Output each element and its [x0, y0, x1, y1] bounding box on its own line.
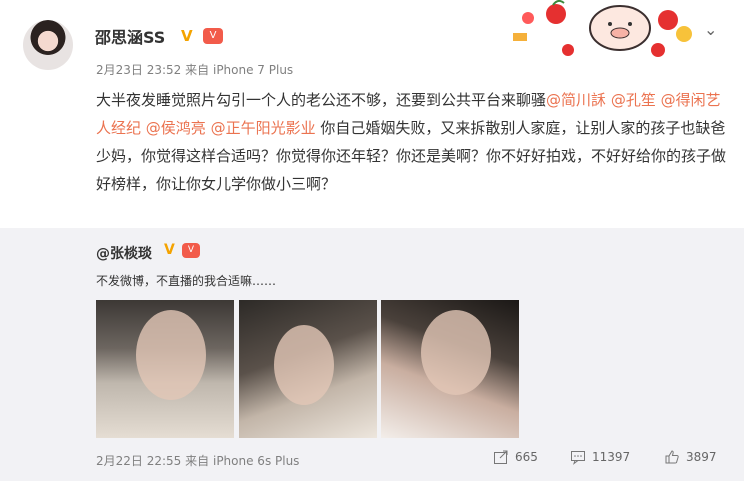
repost-meta: 2月22日 22:55 来自 iPhone 6s Plus — [96, 452, 299, 469]
decorative-banner — [513, 0, 692, 57]
post-text: 大半夜发睡觉照片勾引一个人的老公还不够，还要到公共平台来聊骚@简川訸 @孔笙 @… — [96, 86, 726, 198]
like-count: 3897 — [686, 450, 717, 464]
repost-icon — [494, 450, 508, 464]
comment-icon — [571, 451, 585, 465]
mention-link[interactable]: @简川訸 — [546, 91, 606, 109]
repost-count-button[interactable]: 665 — [493, 449, 538, 465]
avatar[interactable] — [23, 20, 73, 70]
author-name[interactable]: 邵思涵SS — [95, 24, 165, 48]
post-text-segment: 大半夜发睡觉照片勾引一个人的老公还不够，还要到公共平台来聊骚 — [96, 91, 547, 109]
like-count-button[interactable]: 3897 — [664, 449, 717, 465]
verified-icon: V — [181, 27, 193, 45]
vip-icon: V — [203, 28, 223, 44]
source-prefix: 来自 — [185, 63, 210, 77]
mention-link[interactable]: @孔笙 — [611, 91, 656, 109]
post-meta: 2月23日 23:52 来自 iPhone 7 Plus — [96, 61, 293, 78]
weibo-card: 邵思涵SS V V ⌄ 2月23日 23:52 来自 iPhone 7 Plus… — [0, 0, 744, 481]
repost-source-prefix: 来自 — [185, 454, 210, 468]
repost-verified-icon: V — [164, 242, 175, 258]
comment-count-button[interactable]: 11397 — [570, 449, 630, 465]
repost-photo-3[interactable] — [381, 300, 519, 438]
thumbs-up-icon — [665, 450, 679, 464]
repost-photo-2[interactable] — [239, 300, 377, 438]
repost-vip-icon: V — [182, 243, 200, 258]
repost-count: 665 — [515, 450, 538, 464]
repost-photo-1[interactable] — [96, 300, 234, 438]
post-time[interactable]: 2月23日 23:52 — [96, 63, 181, 77]
repost-source: iPhone 6s Plus — [212, 454, 300, 468]
mention-link[interactable]: @正午阳光影业 — [211, 119, 316, 137]
comment-count: 11397 — [592, 450, 631, 464]
repost-time[interactable]: 2月22日 22:55 — [96, 454, 181, 468]
mention-link[interactable]: @侯鸿亮 — [146, 119, 206, 137]
chevron-down-icon[interactable]: ⌄ — [704, 20, 717, 39]
repost-text: 不发微博，不直播的我合适嘛…… — [96, 274, 277, 288]
repost-author[interactable]: @张棪琰 — [96, 243, 152, 263]
post-source: iPhone 7 Plus — [212, 63, 294, 77]
